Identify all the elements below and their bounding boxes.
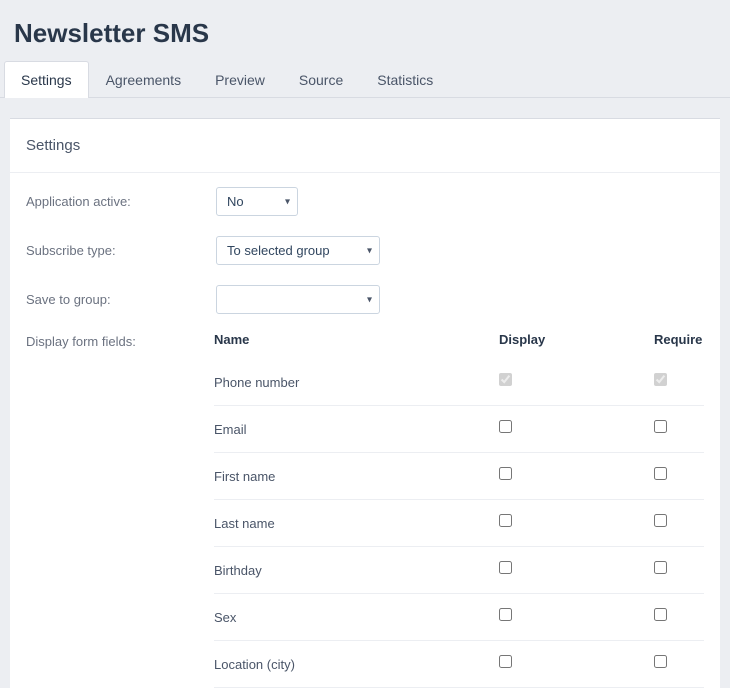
- checkbox-require[interactable]: [654, 608, 667, 621]
- field-name: Email: [214, 422, 499, 437]
- checkbox-display[interactable]: [499, 608, 512, 621]
- tab-agreements[interactable]: Agreements: [89, 61, 198, 98]
- label-subscribe-type: Subscribe type:: [26, 243, 216, 258]
- col-require: Require: [654, 332, 704, 347]
- field-row: Email: [214, 406, 704, 453]
- row-subscribe-type: Subscribe type: To selected group: [10, 222, 720, 271]
- field-name: Phone number: [214, 375, 499, 390]
- checkbox-display[interactable]: [499, 514, 512, 527]
- page-title: Newsletter SMS: [14, 18, 716, 49]
- checkbox-display[interactable]: [499, 467, 512, 480]
- checkbox-require: [654, 373, 667, 386]
- select-save-to-group[interactable]: [216, 285, 380, 314]
- tab-statistics[interactable]: Statistics: [360, 61, 450, 98]
- col-name: Name: [214, 332, 499, 347]
- field-name: First name: [214, 469, 499, 484]
- checkbox-require[interactable]: [654, 420, 667, 433]
- row-save-to-group: Save to group:: [10, 271, 720, 320]
- checkbox-display[interactable]: [499, 561, 512, 574]
- field-row: Last name: [214, 500, 704, 547]
- panel-title: Settings: [10, 137, 720, 173]
- field-row: Birthday: [214, 547, 704, 594]
- select-subscribe-type[interactable]: To selected group: [216, 236, 380, 265]
- tab-settings[interactable]: Settings: [4, 61, 89, 98]
- col-display: Display: [499, 332, 654, 347]
- label-application-active: Application active:: [26, 194, 216, 209]
- tabs: SettingsAgreementsPreviewSourceStatistic…: [0, 61, 730, 98]
- field-name: Birthday: [214, 563, 499, 578]
- checkbox-require[interactable]: [654, 655, 667, 668]
- label-save-to-group: Save to group:: [26, 292, 216, 307]
- fields-header: Name Display Require: [214, 332, 704, 357]
- checkbox-display[interactable]: [499, 420, 512, 433]
- checkbox-require[interactable]: [654, 561, 667, 574]
- settings-panel: Settings Application active: No Subscrib…: [10, 118, 720, 688]
- field-row: Sex: [214, 594, 704, 641]
- checkbox-require[interactable]: [654, 514, 667, 527]
- checkbox-require[interactable]: [654, 467, 667, 480]
- row-application-active: Application active: No: [10, 173, 720, 222]
- field-name: Last name: [214, 516, 499, 531]
- select-application-active[interactable]: No: [216, 187, 298, 216]
- tab-source[interactable]: Source: [282, 61, 360, 98]
- tab-preview[interactable]: Preview: [198, 61, 282, 98]
- field-row: Phone number: [214, 357, 704, 406]
- field-row: Location (city): [214, 641, 704, 688]
- field-row: First name: [214, 453, 704, 500]
- field-name: Sex: [214, 610, 499, 625]
- field-name: Location (city): [214, 657, 499, 672]
- checkbox-display[interactable]: [499, 655, 512, 668]
- checkbox-display: [499, 373, 512, 386]
- label-display-form-fields: Display form fields:: [26, 332, 214, 688]
